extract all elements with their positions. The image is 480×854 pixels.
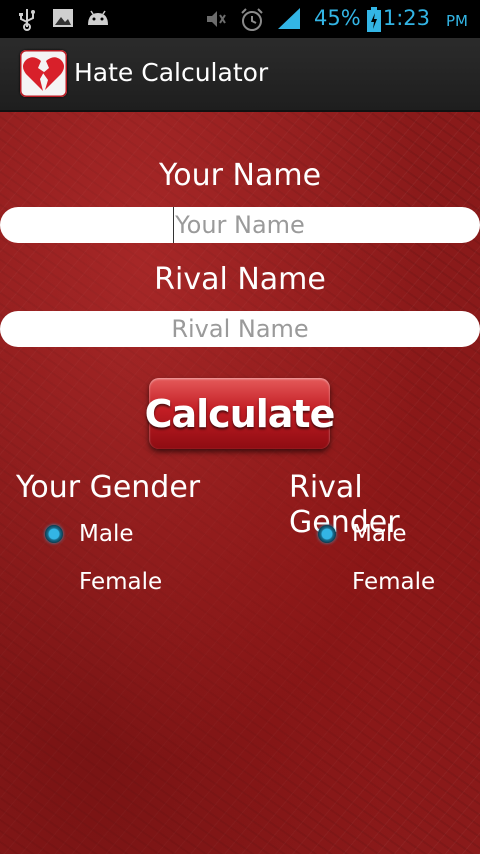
radio-label: Male (79, 521, 134, 547)
image-icon (52, 7, 74, 33)
radio-label: Female (79, 569, 163, 595)
your-gender-title: Your Gender (16, 470, 201, 505)
radio-label: Female (352, 569, 436, 595)
action-bar: Hate Calculator (0, 38, 480, 112)
status-bar: 45% 1:23 PM (0, 0, 480, 38)
broken-heart-icon[interactable] (20, 50, 67, 97)
signal-icon (276, 7, 302, 35)
usb-icon (16, 7, 38, 35)
status-time: 1:23 (382, 6, 430, 30)
rival-gender-male-option[interactable]: Male (318, 514, 406, 554)
volume-mute-icon (204, 7, 228, 35)
radio-unchecked-icon[interactable] (45, 573, 63, 591)
radio-unchecked-icon[interactable] (318, 573, 336, 591)
calculate-button[interactable]: Calculate (145, 378, 335, 449)
status-ampm: PM (446, 12, 468, 30)
your-name-input[interactable] (0, 207, 480, 243)
battery-icon (366, 7, 382, 37)
app-title: Hate Calculator (74, 58, 269, 87)
your-gender-female-option[interactable]: Female (45, 562, 162, 602)
radio-checked-icon[interactable] (45, 525, 63, 543)
battery-percent: 45% (314, 6, 361, 30)
radio-label: Male (352, 521, 407, 547)
rival-name-input[interactable] (0, 311, 480, 347)
rival-name-label: Rival Name (154, 262, 326, 297)
rival-gender-female-option[interactable]: Female (318, 562, 435, 602)
your-name-label: Your Name (158, 158, 322, 193)
android-icon (86, 7, 110, 33)
alarm-icon (239, 7, 265, 37)
your-gender-male-option[interactable]: Male (45, 514, 133, 554)
radio-checked-icon[interactable] (318, 525, 336, 543)
text-cursor (173, 207, 174, 243)
